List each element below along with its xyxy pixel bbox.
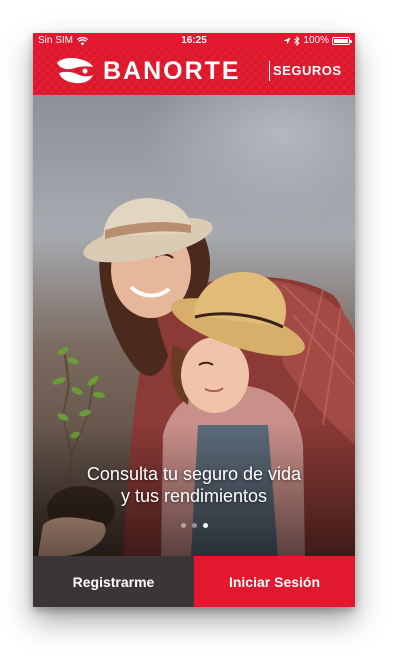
location-arrow-icon <box>283 37 291 45</box>
brand-subtitle: SEGUROS <box>273 63 342 78</box>
carousel-pagination <box>33 523 355 528</box>
battery-percent: 100% <box>303 35 329 46</box>
battery-fill <box>334 39 348 43</box>
register-button[interactable]: Registrarme <box>33 556 194 607</box>
brand-divider <box>269 61 270 81</box>
app-header: BANORTE SEGUROS <box>33 49 355 95</box>
page-dot-3[interactable] <box>202 523 208 528</box>
banorte-logo-icon <box>57 58 93 84</box>
caption-line-2: y tus rendimientos <box>120 486 268 506</box>
page-dot-1[interactable] <box>180 523 186 528</box>
phone-screen: Sin SIM 16:25 100% BANORTE SEGUROS Consu… <box>33 33 355 607</box>
status-bar: Sin SIM 16:25 100% <box>33 33 355 49</box>
status-right: 100% <box>283 33 352 49</box>
hero-caption: Consulta tu seguro de vida y tus rendimi… <box>33 463 355 507</box>
bluetooth-icon <box>294 36 301 46</box>
brand-name: BANORTE <box>103 57 241 85</box>
battery-icon <box>332 37 352 45</box>
caption-line-1: Consulta tu seguro de vida <box>86 464 302 484</box>
login-button[interactable]: Iniciar Sesión <box>194 556 355 607</box>
hero-carousel[interactable]: Consulta tu seguro de vida y tus rendimi… <box>33 95 355 556</box>
page-dot-2[interactable] <box>191 523 197 528</box>
